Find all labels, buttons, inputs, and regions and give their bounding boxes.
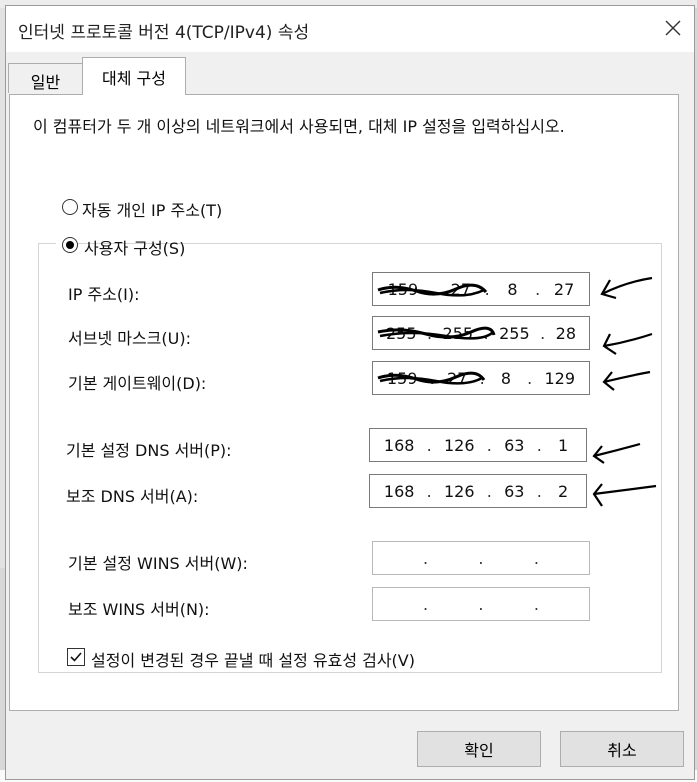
close-icon[interactable] (662, 17, 684, 39)
default-gateway-label: 기본 게이트웨이(D): (68, 374, 207, 393)
gateway-octet-4: 129 (544, 368, 576, 388)
window-title: 인터넷 프로토콜 버전 4(TCP/IPv4) 속성 (18, 23, 310, 43)
auto-private-ip-radio[interactable] (62, 199, 78, 215)
alternate-wins-label: 보조 WINS 서버(N): (68, 600, 210, 619)
ip-octet-1: 159 (387, 279, 419, 299)
user-config-label[interactable]: 사용자 구성(S) (84, 235, 185, 259)
gateway-octet-3: 8 (500, 368, 512, 388)
description-text: 이 컴퓨터가 두 개 이상의 네트워크에서 사용되면, 대체 IP 설정을 입력… (33, 117, 565, 136)
ok-button-label: 확인 (464, 741, 494, 760)
subnet-octet-4: 28 (555, 323, 576, 343)
ip-octet-3: 8 (507, 279, 518, 299)
ok-button[interactable]: 확인 (417, 731, 541, 767)
subnet-mask-label: 서브넷 마스크(U): (68, 329, 191, 348)
ip-address-label: IP 주소(I): (68, 285, 140, 304)
tab-general-label: 일반 (30, 73, 61, 92)
ip-octet-4: 27 (553, 279, 575, 299)
gateway-octet-2: 27 (447, 368, 468, 388)
preferred-wins-label: 기본 설정 WINS 서버(W): (68, 554, 248, 573)
validate-settings-checkbox[interactable] (67, 648, 85, 666)
check-icon (70, 652, 82, 662)
dns2-octet-4: 2 (557, 481, 569, 501)
user-config-radio[interactable] (62, 237, 78, 253)
tab-general[interactable]: 일반 (8, 63, 83, 93)
ip-address-field[interactable]: 159. 27. 8. 27 (372, 272, 590, 306)
ip-octet-2: 27 (450, 279, 471, 299)
gateway-octet-1: 159 (386, 368, 418, 388)
dns1-octet-1: 168 (383, 435, 415, 455)
cancel-button-label: 취소 (607, 741, 637, 760)
tab-alternate-configuration[interactable]: 대체 구성 (82, 57, 186, 95)
title-bar: 인터넷 프로토콜 버전 4(TCP/IPv4) 속성 (6, 6, 694, 52)
cancel-button[interactable]: 취소 (560, 731, 684, 767)
dns2-octet-1: 168 (383, 481, 415, 501)
tab-alternate-label: 대체 구성 (102, 69, 166, 88)
default-gateway-field[interactable]: 159. 27. 8. 129 (372, 361, 590, 395)
alternate-dns-field[interactable]: 168. 126. 63. 2 (369, 474, 587, 508)
dns2-octet-2: 126 (444, 481, 475, 501)
dns2-octet-3: 63 (504, 481, 525, 501)
validate-settings-label[interactable]: 설정이 변경된 경우 끝낼 때 설정 유효성 검사(V) (91, 647, 415, 671)
alternate-wins-field[interactable]: . . . (372, 587, 590, 621)
preferred-dns-field[interactable]: 168. 126. 63. 1 (369, 428, 587, 462)
subnet-octet-3: 255 (499, 323, 530, 343)
subnet-octet-2: 255 (442, 323, 474, 343)
alternate-dns-label: 보조 DNS 서버(A): (66, 487, 199, 506)
dns1-octet-3: 63 (504, 435, 525, 455)
preferred-wins-field[interactable]: . . . (372, 541, 590, 575)
subnet-octet-1: 255 (386, 323, 417, 343)
dns1-octet-2: 126 (444, 435, 475, 455)
subnet-mask-field[interactable]: 255. 255. 255. 28 (372, 316, 590, 350)
dns1-octet-4: 1 (557, 435, 569, 455)
auto-private-ip-label[interactable]: 자동 개인 IP 주소(T) (82, 197, 222, 221)
preferred-dns-label: 기본 설정 DNS 서버(P): (66, 441, 232, 460)
